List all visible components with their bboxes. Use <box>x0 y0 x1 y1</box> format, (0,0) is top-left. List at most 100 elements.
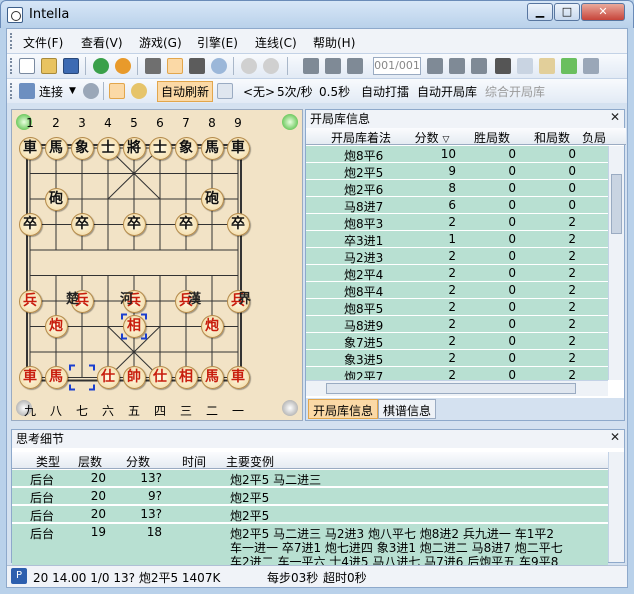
table-row[interactable]: 后台 20 9? 炮2平5 <box>12 488 608 505</box>
black-piece[interactable]: 將 <box>122 136 146 160</box>
table-row[interactable]: 后台 19 18 炮2平5 马二进三 马2进3 炮八平七 炮8进2 兵九进一 车1平2… <box>12 524 608 569</box>
table-row[interactable]: 炮8平6 10 0 0 <box>306 146 608 163</box>
maximize-button[interactable]: □ <box>554 3 580 21</box>
print-icon[interactable] <box>583 58 599 74</box>
menu-file[interactable]: 文件(F) <box>23 34 63 51</box>
table-row[interactable]: 象7进5 2 0 2 <box>306 333 608 350</box>
cut-icon[interactable] <box>495 58 511 74</box>
col-score[interactable]: 分数 ▽ <box>402 129 462 146</box>
black-piece[interactable]: 車 <box>18 136 42 160</box>
engine-icon[interactable] <box>93 58 109 74</box>
col-type[interactable]: 类型 <box>26 453 70 470</box>
copy-icon[interactable] <box>517 58 533 74</box>
prev-page-icon[interactable] <box>325 58 341 74</box>
table-row[interactable]: 炮8平3 2 0 2 <box>306 214 608 231</box>
table-row[interactable]: 象3进5 2 0 2 <box>306 350 608 367</box>
refresh-icon[interactable] <box>217 83 233 99</box>
red-piece[interactable]: 車 <box>226 366 250 389</box>
menu-engine[interactable]: 引擎(E) <box>197 34 238 51</box>
tab-game-info[interactable]: 棋谱信息 <box>378 399 437 419</box>
chevron-down-icon[interactable]: ▼ <box>69 86 76 96</box>
red-piece[interactable]: 帥 <box>122 366 146 389</box>
move-position-field[interactable]: 001/001 <box>373 57 421 75</box>
menu-view[interactable]: 查看(V) <box>81 34 123 51</box>
col-wins[interactable]: 胜局数 <box>462 129 522 146</box>
col-losses[interactable]: 负局 <box>582 129 612 146</box>
save-icon[interactable] <box>63 58 79 74</box>
h-scroll-thumb[interactable] <box>326 383 576 394</box>
auto-play-button[interactable]: 自动打擂 <box>361 83 409 100</box>
horizontal-scrollbar[interactable] <box>306 380 608 396</box>
table-row[interactable]: 马8进9 2 0 2 <box>306 316 608 333</box>
black-piece[interactable]: 象 <box>70 136 94 160</box>
black-piece[interactable]: 卒 <box>122 213 146 236</box>
next-move-icon[interactable] <box>427 58 443 74</box>
monitor-icon[interactable] <box>189 58 205 74</box>
black-piece[interactable]: 卒 <box>174 213 198 236</box>
black-piece[interactable]: 馬 <box>44 136 68 160</box>
menu-game[interactable]: 游戏(G) <box>139 34 182 51</box>
red-piece[interactable]: 相 <box>174 366 198 389</box>
stop-icon[interactable] <box>241 58 257 74</box>
paste-icon[interactable] <box>539 58 555 74</box>
red-piece[interactable]: 炮 <box>200 315 224 338</box>
prev-move-icon[interactable] <box>347 58 363 74</box>
table-row[interactable]: 马2进3 2 0 2 <box>306 248 608 265</box>
red-piece[interactable]: 仕 <box>148 366 172 389</box>
monitor-off-icon[interactable] <box>145 58 161 74</box>
black-piece[interactable]: 卒 <box>226 213 250 236</box>
search-icon[interactable] <box>131 83 147 99</box>
red-piece[interactable]: 炮 <box>44 315 68 338</box>
black-piece[interactable]: 車 <box>226 136 250 160</box>
close-icon[interactable]: ✕ <box>610 430 620 444</box>
black-piece[interactable]: 砲 <box>44 187 68 211</box>
tab-opening-book[interactable]: 开局库信息 <box>308 399 379 419</box>
red-piece[interactable]: 兵 <box>18 289 42 313</box>
open-folder-icon[interactable] <box>41 58 57 74</box>
minimize-button[interactable]: ▁ <box>527 3 553 21</box>
col-depth[interactable]: 层数 <box>70 453 110 470</box>
table-row[interactable]: 后台 20 13? 炮2平5 马二进三 <box>12 470 608 487</box>
black-piece[interactable]: 象 <box>174 136 198 160</box>
auto-refresh-button[interactable]: 自动刷新 <box>157 81 214 102</box>
col-pv[interactable]: 主要变例 <box>226 453 274 470</box>
table-row[interactable]: 炮2平5 9 0 0 <box>306 163 608 180</box>
vertical-scrollbar[interactable] <box>608 452 624 562</box>
analyze-icon[interactable] <box>109 83 125 99</box>
close-button[interactable]: ✕ <box>581 3 625 21</box>
close-icon[interactable]: ✕ <box>610 110 620 124</box>
first-move-icon[interactable] <box>303 58 319 74</box>
red-piece[interactable]: 馬 <box>200 366 224 389</box>
connect-dropdown[interactable]: 连接 <box>39 83 63 100</box>
menu-connect[interactable]: 连线(C) <box>255 34 297 51</box>
col-move[interactable]: 开局库着法 <box>320 129 402 146</box>
menu-help[interactable]: 帮助(H) <box>313 34 355 51</box>
black-piece[interactable]: 士 <box>148 136 172 160</box>
black-piece[interactable]: 士 <box>96 136 120 160</box>
new-file-icon[interactable] <box>19 58 35 74</box>
vertical-scrollbar[interactable] <box>608 146 624 380</box>
scroll-thumb[interactable] <box>611 174 622 234</box>
clock-icon[interactable] <box>115 58 131 74</box>
black-piece[interactable]: 馬 <box>200 136 224 160</box>
export-icon[interactable] <box>561 58 577 74</box>
red-piece[interactable]: 馬 <box>44 366 68 389</box>
red-piece[interactable]: 相 <box>122 315 146 338</box>
auto-book-button[interactable]: 自动开局库 <box>417 83 477 100</box>
table-row[interactable]: 后台 20 13? 炮2平5 <box>12 506 608 523</box>
table-row[interactable]: 马8进7 6 0 0 <box>306 197 608 214</box>
zoom-icon[interactable] <box>211 58 227 74</box>
combined-book-button[interactable]: 综合开局库 <box>485 83 545 100</box>
col-eval[interactable]: 分数 <box>110 453 166 470</box>
col-time[interactable]: 时间 <box>166 453 222 470</box>
last-move-icon[interactable] <box>471 58 487 74</box>
table-row[interactable]: 炮8平4 2 0 2 <box>306 282 608 299</box>
table-row[interactable]: 炮2平6 8 0 0 <box>306 180 608 197</box>
col-draws[interactable]: 和局数 <box>522 129 582 146</box>
undo-icon[interactable] <box>263 58 279 74</box>
black-piece[interactable]: 卒 <box>70 213 94 236</box>
table-row[interactable]: 炮8平5 2 0 2 <box>306 299 608 316</box>
settings-icon[interactable] <box>83 83 99 99</box>
table-row[interactable]: 炮2平4 2 0 2 <box>306 265 608 282</box>
red-piece[interactable]: 仕 <box>96 366 120 389</box>
